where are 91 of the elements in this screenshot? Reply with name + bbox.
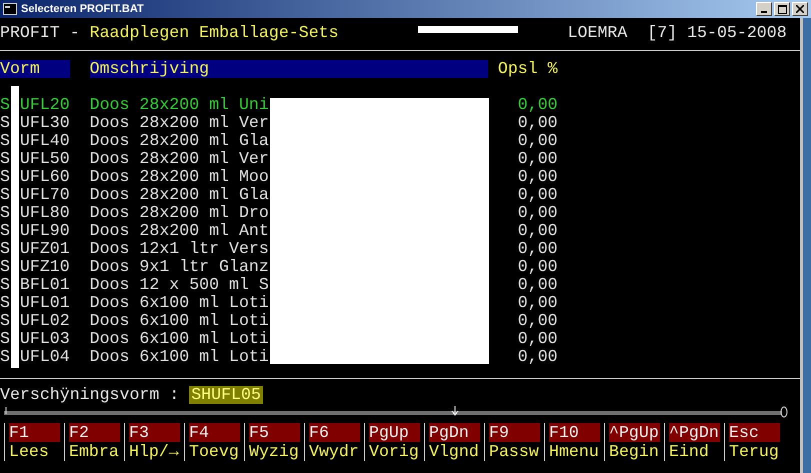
table-cell-text: UFL30 [20, 114, 71, 132]
table-cell-text: S [0, 330, 11, 348]
table-cell: Doos 28x200 ml Gla [90, 186, 269, 204]
column-header: Omschrijving [90, 60, 488, 78]
column-header: Vorm [0, 60, 70, 78]
close-button[interactable] [792, 2, 808, 16]
table-cell: 0,00 [518, 204, 558, 222]
table-cell: 0,00 [518, 348, 558, 366]
table-cell-text: UFL80 [20, 204, 71, 222]
table-cell-text: UFL70 [20, 186, 71, 204]
window-title: Selecteren PROFIT.BAT [21, 3, 145, 15]
table-cell-text: UFL01 [20, 294, 71, 312]
table-cell-text: S [0, 132, 11, 150]
function-key[interactable]: F1 Lees [4, 423, 64, 461]
function-key[interactable]: F9 Passw [484, 423, 544, 461]
table-cell: 0,00 [518, 294, 558, 312]
table-cell: 0,00 [518, 312, 558, 330]
function-key[interactable]: F4 Toevg [184, 423, 244, 461]
function-key[interactable]: Esc Terug [724, 423, 784, 461]
table-cell: Doos 6x100 ml Loti [90, 294, 269, 312]
table-cell-text: S [0, 222, 11, 240]
function-key[interactable]: ^PgUp Begin [604, 423, 664, 461]
table-cell-text: UFL04 [20, 348, 71, 366]
table-cell-text: S [0, 294, 11, 312]
table-cell: 0,00 [518, 222, 558, 240]
screen-title: Raadplegen Emballage-Sets [90, 24, 339, 42]
table-cell: Doos 6x100 ml Loti [90, 312, 269, 330]
column-header: Opsl % [498, 60, 558, 78]
table-cell-text: S [0, 312, 11, 330]
function-key[interactable]: ^PgDn Eind [664, 423, 724, 461]
table-cell-text: S [0, 240, 11, 258]
function-key[interactable]: F2 Embra [64, 423, 124, 461]
table-cell-text: S [0, 186, 11, 204]
function-key[interactable]: PgDn Vlgnd [424, 423, 484, 461]
function-key[interactable]: F5 Wyzig [244, 423, 304, 461]
input-field[interactable]: SHUFL05 [189, 386, 263, 404]
table-cell: Doos 28x200 ml Ant [90, 222, 269, 240]
table-cell-text: UFL60 [20, 168, 71, 186]
table-cell-text: UFL02 [20, 312, 71, 330]
table-cell-text: S [0, 96, 11, 114]
table-cell-text: UFL50 [20, 150, 71, 168]
table-cell-text: BFL01 [20, 276, 71, 294]
table-cell: 0,00 [518, 240, 558, 258]
close-icon [796, 5, 804, 13]
table-cell: Doos 28x200 ml Gla [90, 132, 269, 150]
table-cell-text: S [0, 150, 11, 168]
function-key[interactable]: F3 Hlp/→ [124, 423, 184, 461]
table-cell: 0,00 [518, 330, 558, 348]
table-cell: Doos 12 x 500 ml S [90, 276, 269, 294]
table-cell-text: UFL40 [20, 132, 71, 150]
table-cell-text: S [0, 204, 11, 222]
table-cell: 0,00 [518, 186, 558, 204]
table-cell-text: S [0, 168, 11, 186]
maximize-icon [778, 4, 786, 14]
table-cell-text: S [0, 114, 11, 132]
table-cell: Doos 28x200 ml Ver [90, 150, 269, 168]
field-label: Verschÿningsvorm : [0, 386, 180, 404]
function-key[interactable]: F6 Vwydr [304, 423, 364, 461]
table-cell: 0,00 [518, 132, 558, 150]
table-cell: 0,00 [518, 150, 558, 168]
table-cell-text: UFL90 [20, 222, 71, 240]
table-cell: Doos 6x100 ml Loti [90, 330, 269, 348]
table-cell: Doos 28x200 ml Moo [90, 168, 269, 186]
app-name: PROFIT [0, 24, 60, 42]
table-cell-text: UFL20 [20, 96, 71, 114]
user-name: LOEMRA [568, 24, 628, 42]
function-key[interactable]: F10 Hmenu [544, 423, 604, 461]
table-cell: 0,00 [518, 258, 558, 276]
table-cell: 0,00 [518, 168, 558, 186]
separator: - [70, 24, 80, 42]
table-cell: Doos 28x200 ml Dro [90, 204, 269, 222]
console-icon [3, 3, 17, 15]
minimize-button[interactable] [756, 2, 772, 16]
table-cell: 0,00 [518, 114, 558, 132]
table-cell: Doos 6x100 ml Loti [90, 348, 269, 366]
date: 15-05-2008 [687, 24, 787, 42]
table-cell: Doos 28x200 ml Uni [90, 96, 269, 114]
table-cell-text: S [0, 258, 11, 276]
table-cell: Doos 12x1 ltr Vers [90, 240, 269, 258]
session-number: [7] [647, 24, 678, 42]
table-cell-text: UFL03 [20, 330, 71, 348]
table-cell: Doos 9x1 ltr Glanz [90, 258, 269, 276]
table-cell: 0,00 [518, 276, 558, 294]
function-key[interactable]: PgUp Vorig [364, 423, 424, 461]
table-cell-text: UFZ10 [20, 258, 71, 276]
maximize-button[interactable] [774, 2, 790, 16]
table-cell: Doos 28x200 ml Ver [90, 114, 269, 132]
table-cell: 0,00 [518, 96, 558, 114]
table-cell-text: UFZ01 [20, 240, 71, 258]
table-cell-text: S [0, 276, 11, 294]
table-cell-text: S [0, 348, 11, 366]
